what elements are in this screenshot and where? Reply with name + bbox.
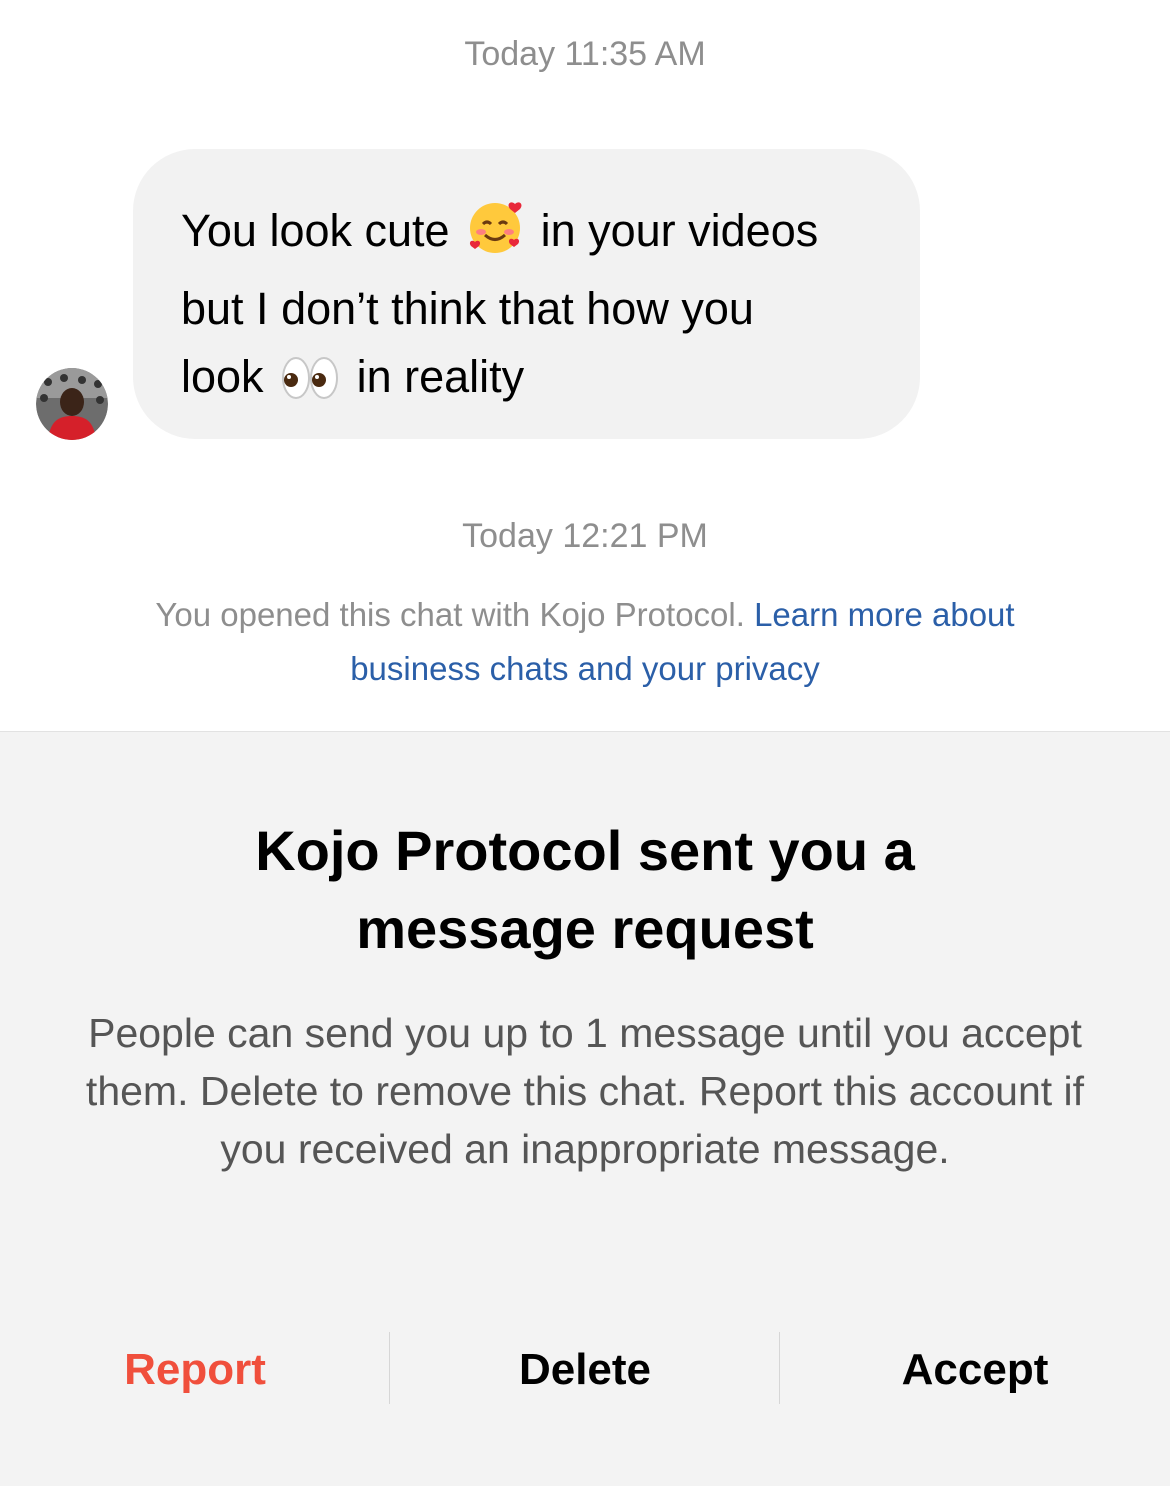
message-thread[interactable]: Today 11:35 AM You look cute in your vid… <box>0 0 1170 731</box>
message-text: You look cute <box>181 205 450 256</box>
report-button[interactable]: Report <box>0 1332 390 1407</box>
message-text: in your videos <box>540 205 819 256</box>
request-title: Kojo Protocol sent you a message request <box>255 819 915 960</box>
request-actions: Report Delete Accept <box>0 1332 1170 1407</box>
delete-button[interactable]: Delete <box>390 1332 780 1407</box>
message-line: but I don’t think that how you <box>181 283 754 334</box>
request-description: People can send you up to 1 message unti… <box>85 1010 1085 1172</box>
accept-button[interactable]: Accept <box>780 1332 1170 1407</box>
message-text: in reality <box>356 351 525 402</box>
timestamp: Today 12:21 PM <box>462 517 708 555</box>
eyes-icon <box>280 353 340 421</box>
business-chat-notice: You opened this chat with Kojo Protocol.… <box>120 588 1050 696</box>
smiling-face-with-hearts-icon <box>466 198 524 275</box>
message-line: You look cute in your videos <box>181 197 880 275</box>
avatar[interactable] <box>36 368 108 440</box>
message-bubble[interactable]: You look cute in your videos but I don’t… <box>133 149 920 439</box>
message-line: look in reality <box>181 343 880 421</box>
message-request-panel: Kojo Protocol sent you a message request… <box>0 731 1170 1486</box>
timestamp: Today 11:35 AM <box>464 35 706 73</box>
message-text: look <box>181 351 264 402</box>
notice-text: You opened this chat with Kojo Protocol. <box>155 596 745 633</box>
chat-screen: Today 11:35 AM You look cute in your vid… <box>0 0 1170 1486</box>
